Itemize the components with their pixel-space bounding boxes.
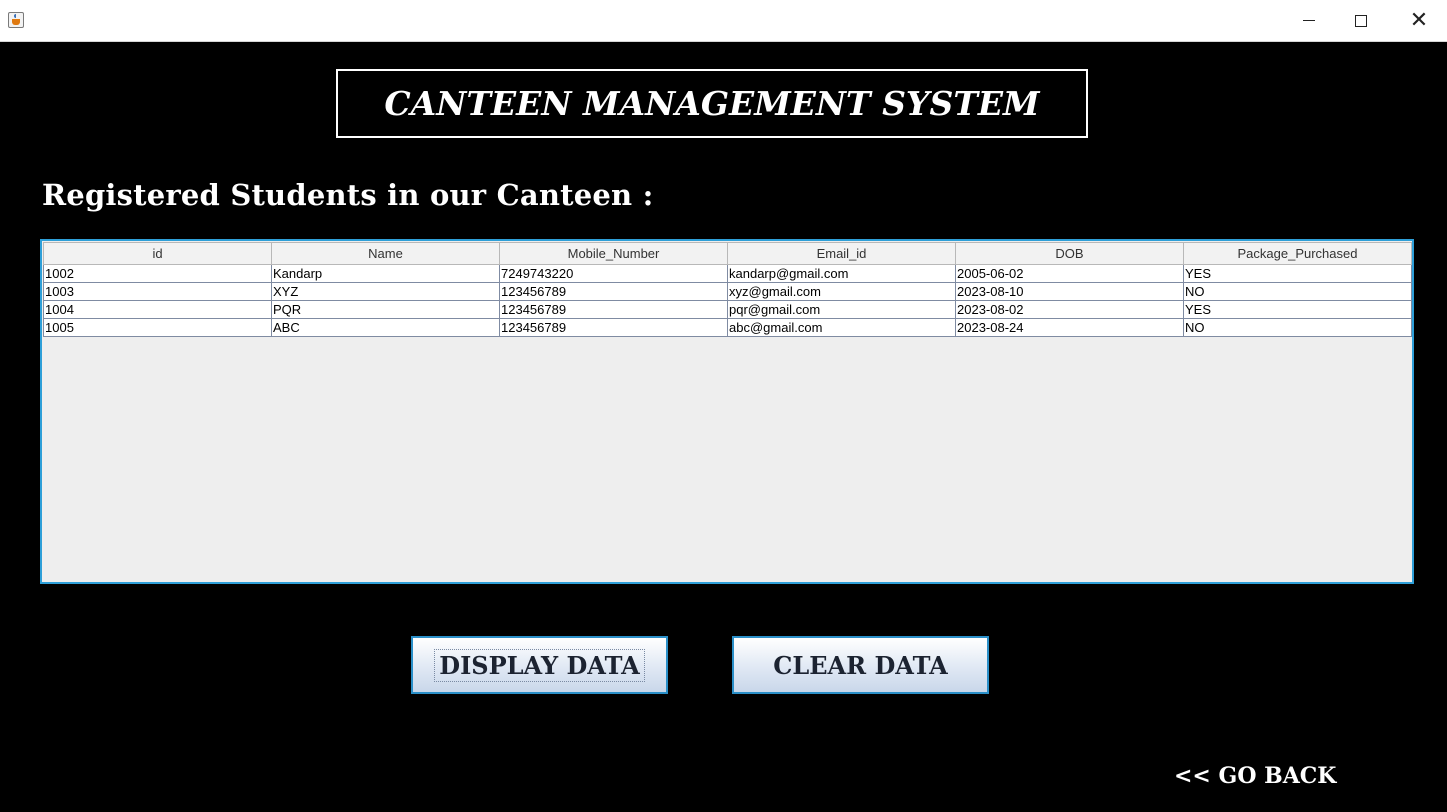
page-title: CANTEEN MANAGEMENT SYSTEM (336, 69, 1088, 138)
section-heading: Registered Students in our Canteen : (42, 178, 654, 212)
maximize-icon (1355, 14, 1367, 27)
display-data-button[interactable]: DISPLAY DATA (411, 636, 668, 694)
cell-dob[interactable]: 2023-08-24 (955, 318, 1184, 337)
cell-email-id[interactable]: xyz@gmail.com (727, 282, 956, 301)
column-header-mobile-number[interactable]: Mobile_Number (499, 242, 728, 265)
students-table-panel[interactable]: id Name Mobile_Number Email_id DOB Packa… (40, 239, 1414, 584)
column-header-email-id[interactable]: Email_id (727, 242, 956, 265)
clear-data-label: CLEAR DATA (773, 650, 948, 680)
window-titlebar: ✕ (0, 0, 1447, 42)
cell-mobile-number[interactable]: 7249743220 (499, 264, 728, 283)
clear-data-button[interactable]: CLEAR DATA (732, 636, 989, 694)
cell-dob[interactable]: 2023-08-10 (955, 282, 1184, 301)
go-back-link[interactable]: << GO BACK (1174, 763, 1336, 789)
maximize-button[interactable] (1338, 0, 1384, 41)
close-icon: ✕ (1409, 8, 1429, 33)
cell-dob[interactable]: 2005-06-02 (955, 264, 1184, 283)
cell-package-purchased[interactable]: YES (1183, 300, 1412, 319)
cell-name[interactable]: ABC (271, 318, 500, 337)
cell-mobile-number[interactable]: 123456789 (499, 300, 728, 319)
cell-mobile-number[interactable]: 123456789 (499, 282, 728, 301)
table-header-row: id Name Mobile_Number Email_id DOB Packa… (43, 242, 1412, 265)
cell-name[interactable]: XYZ (271, 282, 500, 301)
cell-dob[interactable]: 2023-08-02 (955, 300, 1184, 319)
cell-package-purchased[interactable]: YES (1183, 264, 1412, 283)
cell-id[interactable]: 1005 (43, 318, 272, 337)
cell-package-purchased[interactable]: NO (1183, 282, 1412, 301)
cell-mobile-number[interactable]: 123456789 (499, 318, 728, 337)
column-header-package-purchased[interactable]: Package_Purchased (1183, 242, 1412, 265)
column-header-id[interactable]: id (43, 242, 272, 265)
table-row[interactable]: 1003 XYZ 123456789 xyz@gmail.com 2023-08… (43, 282, 1412, 301)
minimize-button[interactable] (1286, 0, 1332, 41)
cell-id[interactable]: 1002 (43, 264, 272, 283)
cell-email-id[interactable]: kandarp@gmail.com (727, 264, 956, 283)
page-title-text: CANTEEN MANAGEMENT SYSTEM (384, 84, 1040, 123)
table-row[interactable]: 1002 Kandarp 7249743220 kandarp@gmail.co… (43, 264, 1412, 283)
display-data-label: DISPLAY DATA (434, 648, 645, 682)
java-cup-icon[interactable] (8, 12, 24, 28)
close-button[interactable]: ✕ (1396, 0, 1442, 41)
cell-name[interactable]: PQR (271, 300, 500, 319)
cell-id[interactable]: 1003 (43, 282, 272, 301)
cell-email-id[interactable]: pqr@gmail.com (727, 300, 956, 319)
cell-package-purchased[interactable]: NO (1183, 318, 1412, 337)
students-table[interactable]: id Name Mobile_Number Email_id DOB Packa… (43, 242, 1412, 337)
column-header-name[interactable]: Name (271, 242, 500, 265)
table-row[interactable]: 1004 PQR 123456789 pqr@gmail.com 2023-08… (43, 300, 1412, 319)
cell-name[interactable]: Kandarp (271, 264, 500, 283)
cell-email-id[interactable]: abc@gmail.com (727, 318, 956, 337)
table-row[interactable]: 1005 ABC 123456789 abc@gmail.com 2023-08… (43, 318, 1412, 337)
column-header-dob[interactable]: DOB (955, 242, 1184, 265)
minimize-icon (1303, 20, 1315, 21)
cell-id[interactable]: 1004 (43, 300, 272, 319)
